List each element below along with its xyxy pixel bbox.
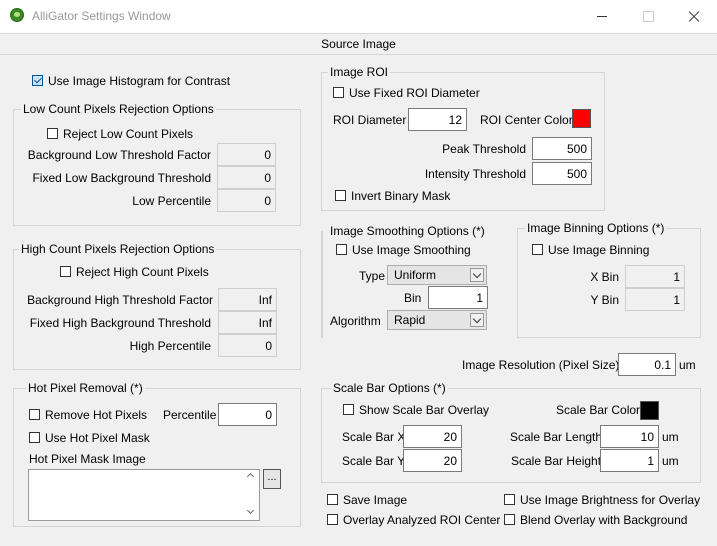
hot-pixel-percentile-label: Percentile xyxy=(163,408,217,422)
use-binning-label: Use Image Binning xyxy=(548,243,650,257)
blend-overlay-label: Blend Overlay with Background xyxy=(520,513,688,527)
image-resolution-field[interactable]: 0.1 xyxy=(618,353,676,376)
overlay-roi-center-label: Overlay Analyzed ROI Center xyxy=(343,513,501,527)
scale-bar-length-field[interactable]: 10 xyxy=(600,425,659,448)
hot-pixel-mask-path-input[interactable] xyxy=(28,469,260,521)
y-bin-label: Y Bin xyxy=(590,293,619,307)
fixed-high-bg-label: Fixed High Background Threshold xyxy=(29,316,211,330)
use-hot-pixel-mask-label: Use Hot Pixel Mask xyxy=(45,431,150,445)
scale-bar-group-title: Scale Bar Options (*) xyxy=(331,381,448,395)
blend-overlay-checkbox[interactable] xyxy=(504,514,515,525)
binning-group-title: Image Binning Options (*) xyxy=(525,221,667,235)
smoothing-type-label: Type xyxy=(359,269,386,283)
x-bin-field[interactable]: 1 xyxy=(625,265,685,288)
use-binning-checkbox[interactable] xyxy=(532,244,543,255)
fixed-low-bg-field[interactable]: 0 xyxy=(217,166,276,189)
low-percentile-field[interactable]: 0 xyxy=(217,189,276,212)
scale-bar-color-label: Scale Bar Color xyxy=(556,403,641,417)
roi-diameter-field[interactable]: 12 xyxy=(408,108,467,131)
smoothing-bin-field[interactable]: 1 xyxy=(428,286,488,309)
peak-threshold-label: Peak Threshold xyxy=(442,142,526,156)
show-scale-bar-checkbox[interactable] xyxy=(343,404,354,415)
intensity-threshold-label: Intensity Threshold xyxy=(424,167,526,181)
scale-bar-height-label: Scale Bar Height xyxy=(511,454,602,468)
bg-high-factor-label: Background High Threshold Factor xyxy=(27,293,213,307)
peak-threshold-field[interactable]: 500 xyxy=(532,137,592,160)
brightness-overlay-label: Use Image Brightness for Overlay xyxy=(520,493,701,507)
bg-low-factor-label: Background Low Threshold Factor xyxy=(27,148,211,162)
use-smoothing-checkbox[interactable] xyxy=(336,244,347,255)
scale-bar-y-label: Scale Bar Y xyxy=(342,454,406,468)
tab-source-image[interactable]: Source Image xyxy=(0,37,717,51)
smoothing-bin-label: Bin xyxy=(404,291,422,305)
fixed-roi-diameter-checkbox[interactable] xyxy=(333,87,344,98)
high-percentile-field[interactable]: 0 xyxy=(218,334,277,357)
overlay-roi-center-checkbox[interactable] xyxy=(327,514,338,525)
reject-high-count-checkbox[interactable] xyxy=(60,266,71,277)
remove-hot-pixels-checkbox[interactable] xyxy=(29,409,40,420)
use-histogram-label: Use Image Histogram for Contrast xyxy=(48,74,231,88)
x-bin-label: X Bin xyxy=(590,270,619,284)
scale-bar-x-label: Scale Bar X xyxy=(342,430,406,444)
scale-bar-color-swatch[interactable] xyxy=(640,401,659,420)
image-resolution-label: Image Resolution (Pixel Size) xyxy=(462,358,620,372)
smoothing-type-select[interactable]: Uniform xyxy=(387,265,487,285)
fixed-low-bg-label: Fixed Low Background Threshold xyxy=(32,171,211,185)
scale-bar-length-label: Scale Bar Length xyxy=(510,430,603,444)
reject-low-count-label: Reject Low Count Pixels xyxy=(63,127,194,141)
invert-binary-mask-checkbox[interactable] xyxy=(335,190,346,201)
scale-bar-y-field[interactable]: 20 xyxy=(403,449,462,472)
scroll-down-icon[interactable] xyxy=(245,507,257,519)
use-smoothing-label: Use Image Smoothing xyxy=(352,243,471,257)
high-percentile-label: High Percentile xyxy=(129,339,211,353)
hot-pixel-percentile-field[interactable]: 0 xyxy=(218,403,277,426)
image-roi-group-title: Image ROI xyxy=(328,65,391,79)
scale-bar-length-unit: um xyxy=(662,430,679,444)
window-title: AlliGator Settings Window xyxy=(32,9,171,23)
maximize-button[interactable] xyxy=(625,0,671,33)
fixed-high-bg-field[interactable]: Inf xyxy=(218,311,277,334)
smoothing-type-value: Uniform xyxy=(394,268,437,282)
hot-pixel-mask-image-label: Hot Pixel Mask Image xyxy=(29,452,146,466)
bg-low-factor-field[interactable]: 0 xyxy=(217,143,276,166)
high-count-group-title: High Count Pixels Rejection Options xyxy=(19,242,217,256)
smoothing-algorithm-value: Rapid xyxy=(394,313,426,327)
intensity-threshold-field[interactable]: 500 xyxy=(532,162,592,185)
fixed-roi-diameter-label: Use Fixed ROI Diameter xyxy=(349,86,480,100)
reject-high-count-label: Reject High Count Pixels xyxy=(76,265,209,279)
hot-pixel-group-title: Hot Pixel Removal (*) xyxy=(26,381,145,395)
chevron-down-icon xyxy=(470,313,484,327)
save-image-label: Save Image xyxy=(343,493,408,507)
low-count-group-title: Low Count Pixels Rejection Options xyxy=(21,102,216,116)
smoothing-group-title: Image Smoothing Options (*) xyxy=(328,224,487,238)
image-resolution-unit: um xyxy=(679,358,696,372)
minimize-button[interactable] xyxy=(579,0,625,33)
browse-mask-button[interactable]: ... xyxy=(263,469,281,489)
tab-bar: Source Image xyxy=(0,33,717,55)
reject-low-count-checkbox[interactable] xyxy=(47,128,58,139)
smoothing-algorithm-label: Algorithm xyxy=(330,314,381,328)
low-percentile-label: Low Percentile xyxy=(132,194,211,208)
roi-center-color-label: ROI Center Color xyxy=(480,113,573,127)
save-image-checkbox[interactable] xyxy=(327,494,338,505)
remove-hot-pixels-label: Remove Hot Pixels xyxy=(45,408,148,422)
scroll-up-icon[interactable] xyxy=(245,470,257,482)
bg-high-factor-field[interactable]: Inf xyxy=(218,288,277,311)
y-bin-field[interactable]: 1 xyxy=(625,288,685,311)
close-button[interactable] xyxy=(671,0,717,33)
smoothing-group xyxy=(321,231,323,338)
invert-binary-mask-label: Invert Binary Mask xyxy=(351,189,451,203)
roi-center-color-swatch[interactable] xyxy=(572,109,591,128)
chevron-down-icon xyxy=(470,268,484,282)
scale-bar-x-field[interactable]: 20 xyxy=(403,425,462,448)
show-scale-bar-label: Show Scale Bar Overlay xyxy=(359,403,490,417)
smoothing-algorithm-select[interactable]: Rapid xyxy=(387,310,487,330)
scale-bar-height-unit: um xyxy=(662,454,679,468)
scale-bar-height-field[interactable]: 1 xyxy=(600,449,659,472)
use-hot-pixel-mask-checkbox[interactable] xyxy=(29,432,40,443)
brightness-overlay-checkbox[interactable] xyxy=(504,494,515,505)
use-histogram-checkbox[interactable] xyxy=(32,75,43,86)
roi-diameter-label: ROI Diameter xyxy=(333,113,407,127)
alligator-app-icon xyxy=(10,8,24,22)
